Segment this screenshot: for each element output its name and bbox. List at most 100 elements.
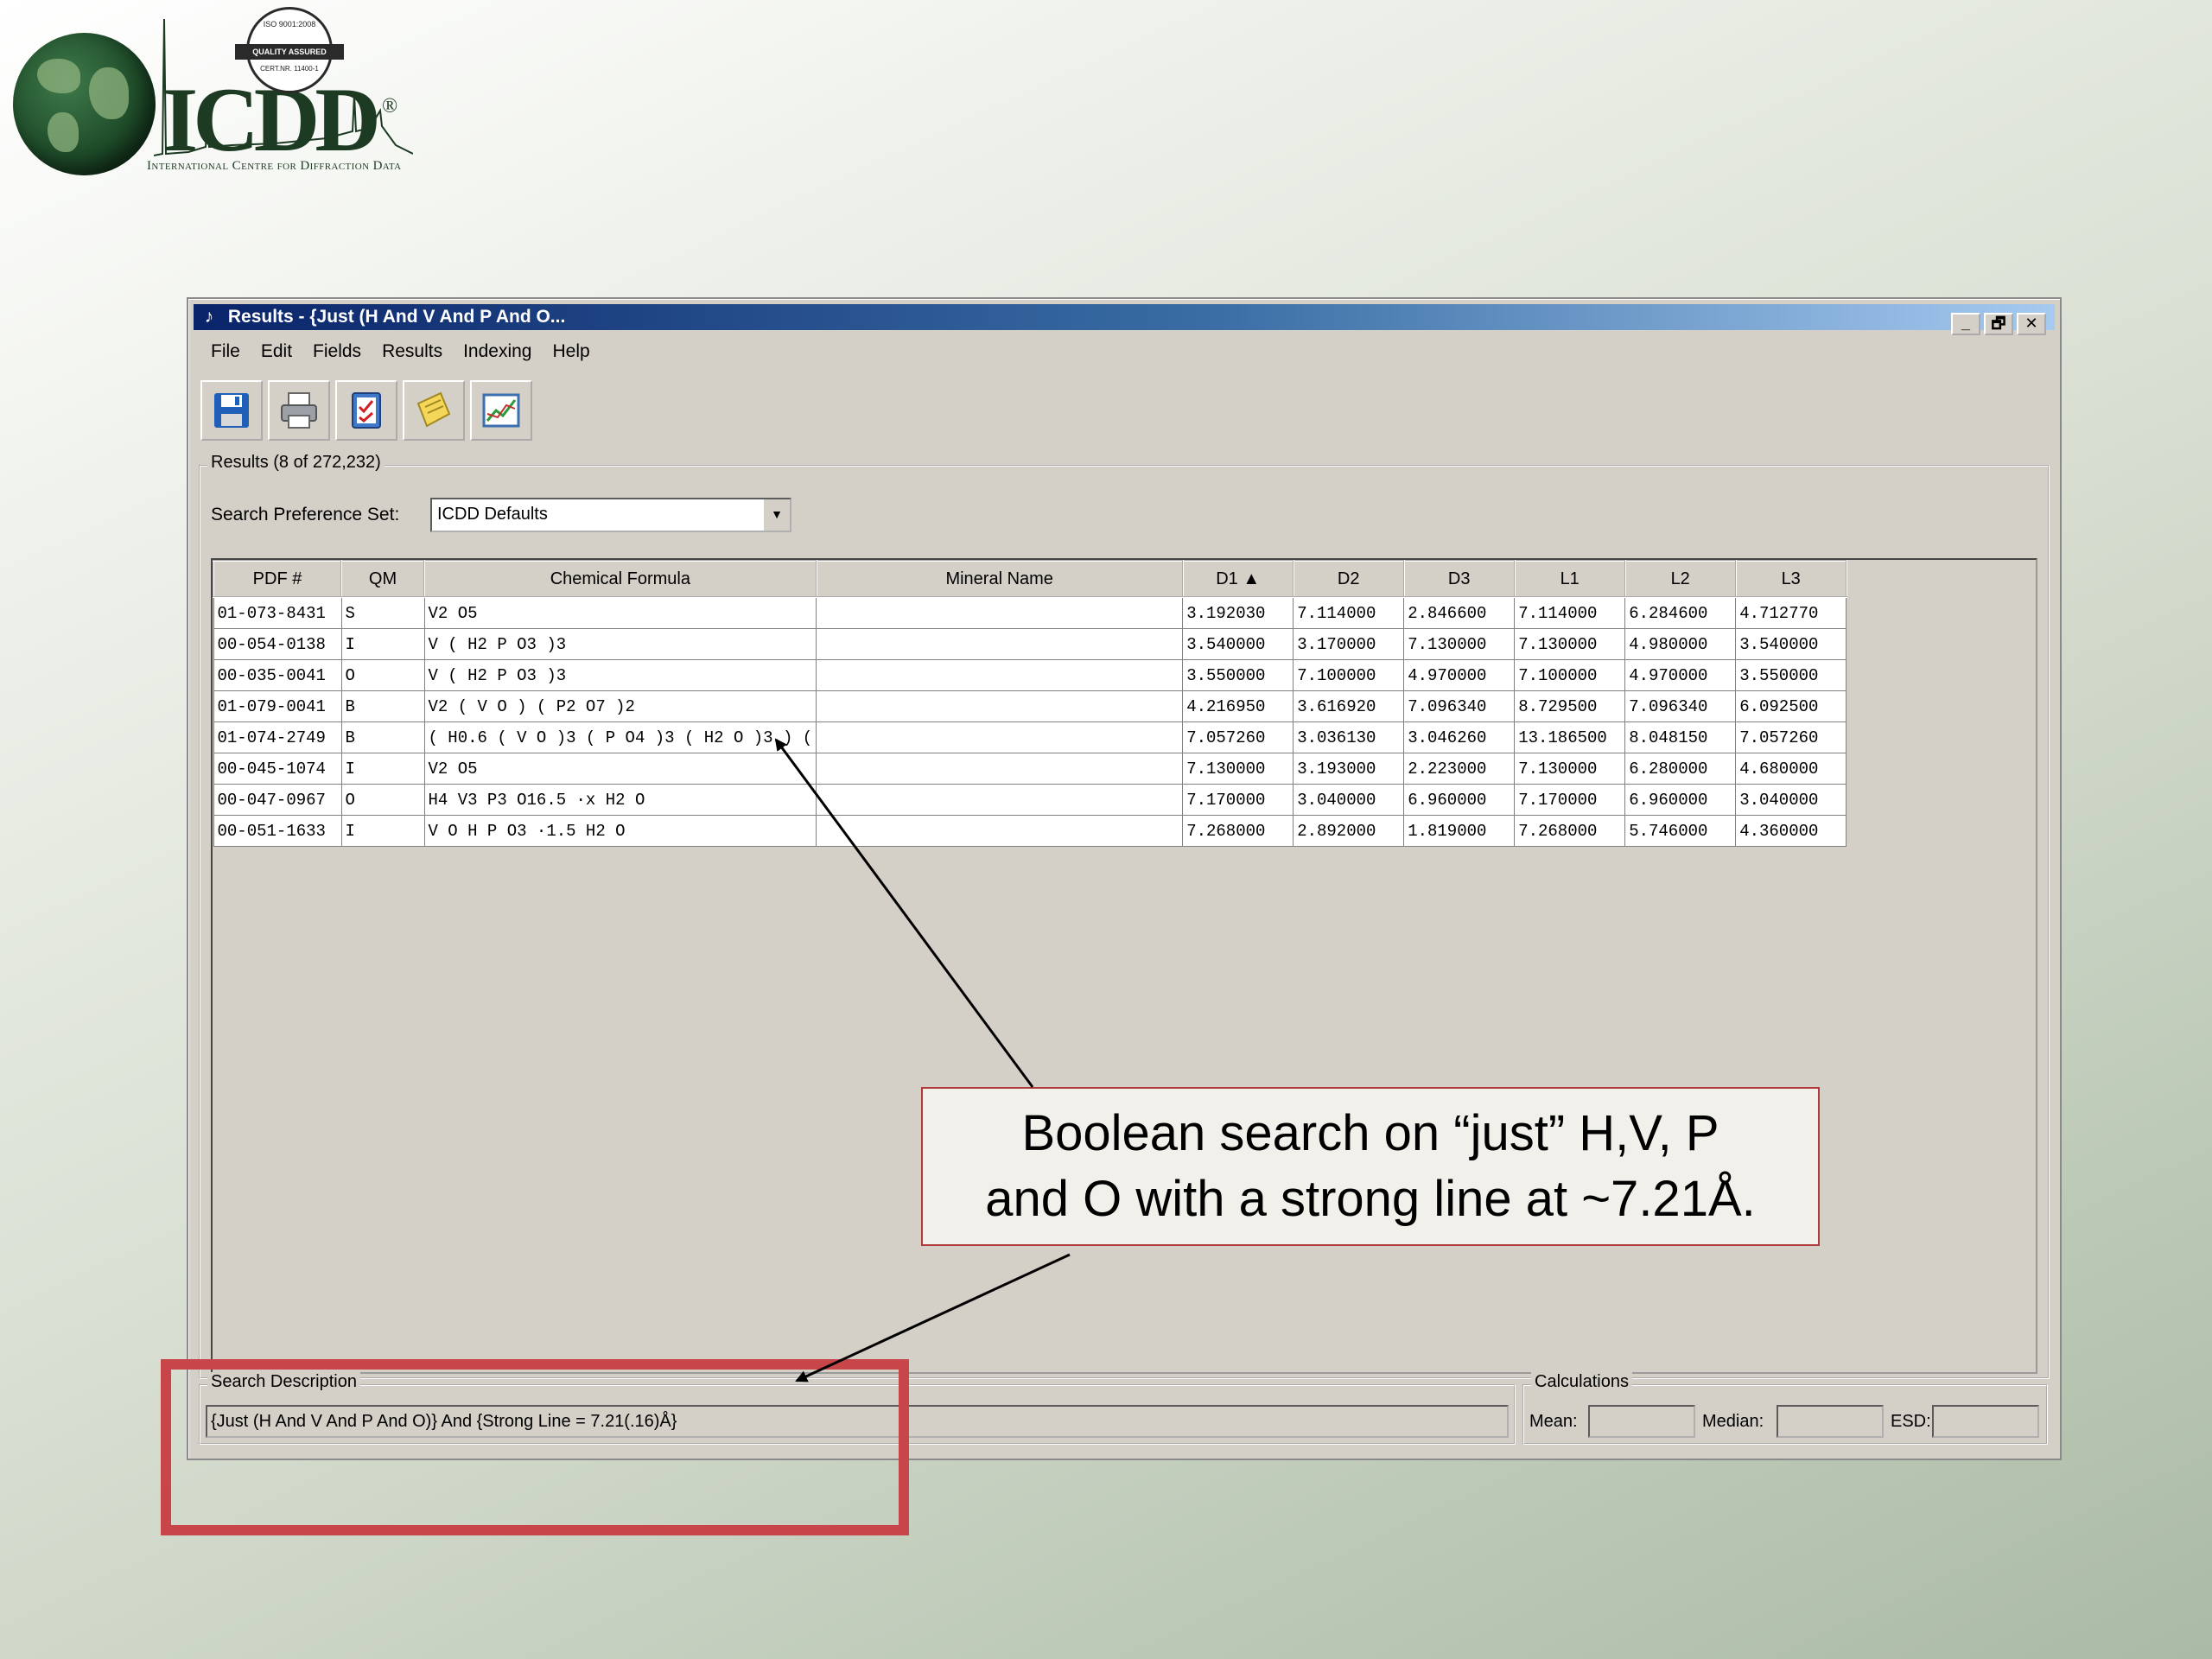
cell-l2: 4.970000 bbox=[1624, 659, 1737, 691]
table-row[interactable]: 01-074-2749 B ( H0.6 ( V O )3 ( P O4 )3 … bbox=[213, 721, 1847, 753]
save-button[interactable] bbox=[200, 380, 263, 441]
checklist-icon bbox=[352, 392, 381, 429]
print-button[interactable] bbox=[268, 380, 330, 441]
column-header-mineral[interactable]: Mineral Name bbox=[815, 560, 1184, 598]
cell-l1: 7.268000 bbox=[1514, 815, 1626, 847]
cell-d3: 3.046260 bbox=[1403, 721, 1516, 753]
title-bar[interactable]: ♪ Results - {Just (H And V And P And O..… bbox=[194, 304, 2055, 335]
toolbar bbox=[200, 380, 532, 441]
table-row[interactable]: 00-047-0967 O H4 V3 P3 O16.5 ·x H2 O 7.1… bbox=[213, 784, 1847, 816]
save-icon bbox=[214, 393, 249, 428]
search-preference-select[interactable]: ICDD Defaults ▼ bbox=[430, 498, 791, 532]
cell-mineral bbox=[816, 753, 1184, 785]
cell-d2: 3.170000 bbox=[1293, 628, 1405, 660]
cell-formula: V ( H2 P O3 )3 bbox=[423, 659, 817, 691]
cell-l3: 4.712770 bbox=[1735, 596, 1847, 629]
column-header-d2[interactable]: D2 bbox=[1292, 560, 1405, 598]
column-header-d3[interactable]: D3 bbox=[1402, 560, 1516, 598]
cell-l1: 13.186500 bbox=[1514, 721, 1626, 753]
menu-help[interactable]: Help bbox=[543, 339, 601, 365]
column-header-l1[interactable]: L1 bbox=[1513, 560, 1626, 598]
minimize-button[interactable]: _ bbox=[1951, 313, 1980, 335]
cell-formula: V O H P O3 ·1.5 H2 O bbox=[423, 815, 817, 847]
median-label: Median: bbox=[1702, 1412, 1764, 1431]
restore-button[interactable]: 🗗 bbox=[1984, 313, 2013, 335]
graph-button[interactable] bbox=[470, 380, 532, 441]
cell-l1: 7.130000 bbox=[1514, 753, 1626, 785]
graph-icon bbox=[482, 393, 520, 428]
cell-l1: 7.100000 bbox=[1514, 659, 1626, 691]
table-row[interactable]: 00-035-0041 O V ( H2 P O3 )3 3.550000 7.… bbox=[213, 659, 1847, 691]
cell-qm: O bbox=[340, 659, 425, 691]
cell-d2: 7.114000 bbox=[1293, 596, 1405, 629]
cell-d2: 7.100000 bbox=[1293, 659, 1405, 691]
cell-formula: V2 O5 bbox=[423, 596, 817, 629]
mean-field[interactable] bbox=[1588, 1405, 1695, 1438]
iso-seal: ISO 9001:2008 QUALITY ASSURED COMPANY CE… bbox=[235, 7, 344, 93]
cell-l3: 3.540000 bbox=[1735, 628, 1847, 660]
cell-mineral bbox=[816, 815, 1184, 847]
cell-formula: V2 ( V O ) ( P2 O7 )2 bbox=[423, 690, 817, 722]
menu-fields[interactable]: Fields bbox=[302, 339, 372, 365]
cell-d1: 7.268000 bbox=[1182, 815, 1294, 847]
cell-l3: 3.550000 bbox=[1735, 659, 1847, 691]
registered-mark: ® bbox=[382, 95, 398, 118]
checklist-button[interactable] bbox=[335, 380, 397, 441]
iso-seal-top: ISO 9001:2008 bbox=[263, 20, 316, 29]
results-count: Results (8 of 272,232) bbox=[207, 453, 385, 473]
menu-indexing[interactable]: Indexing bbox=[453, 339, 542, 365]
column-header-d1[interactable]: D1 ▲ bbox=[1181, 560, 1294, 598]
table-row[interactable]: 00-054-0138 I V ( H2 P O3 )3 3.540000 3.… bbox=[213, 628, 1847, 660]
cell-d3: 2.223000 bbox=[1403, 753, 1516, 785]
column-header-formula[interactable]: Chemical Formula bbox=[423, 560, 817, 598]
cell-qm: I bbox=[340, 753, 425, 785]
table-row[interactable]: 01-079-0041 B V2 ( V O ) ( P2 O7 )2 4.21… bbox=[213, 690, 1847, 722]
menu-results[interactable]: Results bbox=[372, 339, 453, 365]
icdd-logo: ICDD ® International Centre for Diffract… bbox=[9, 7, 415, 180]
menu-file[interactable]: File bbox=[200, 339, 251, 365]
cell-l2: 8.048150 bbox=[1624, 721, 1737, 753]
column-header-l3[interactable]: L3 bbox=[1734, 560, 1847, 598]
cell-d2: 2.892000 bbox=[1293, 815, 1405, 847]
cell-l3: 3.040000 bbox=[1735, 784, 1847, 816]
cell-pdf: 01-073-8431 bbox=[213, 596, 342, 629]
table-row[interactable]: 00-051-1633 I V O H P O3 ·1.5 H2 O 7.268… bbox=[213, 815, 1847, 847]
cell-d3: 7.130000 bbox=[1403, 628, 1516, 660]
cell-pdf: 01-074-2749 bbox=[213, 721, 342, 753]
table-row[interactable]: 00-045-1074 I V2 O5 7.130000 3.193000 2.… bbox=[213, 753, 1847, 785]
results-window: ♪ Results - {Just (H And V And P And O..… bbox=[187, 297, 2062, 1460]
search-preference-value: ICDD Defaults bbox=[437, 505, 548, 524]
median-field[interactable] bbox=[1777, 1405, 1884, 1438]
esd-label: ESD: bbox=[1891, 1412, 1931, 1431]
window-controls: _ 🗗 ✕ bbox=[1951, 313, 2046, 335]
mean-label: Mean: bbox=[1529, 1412, 1578, 1431]
cell-formula: V2 O5 bbox=[423, 753, 817, 785]
cell-d3: 1.819000 bbox=[1403, 815, 1516, 847]
calculations-group: Calculations Mean: Median: ESD: bbox=[1522, 1372, 2048, 1445]
column-header-l2[interactable]: L2 bbox=[1624, 560, 1737, 598]
column-header-pdf[interactable]: PDF # bbox=[213, 560, 342, 598]
cell-formula: ( H0.6 ( V O )3 ( P O4 )3 ( H2 O )3 ) ( bbox=[423, 721, 817, 753]
calculations-label: Calculations bbox=[1531, 1372, 1632, 1392]
cell-pdf: 01-079-0041 bbox=[213, 690, 342, 722]
cell-qm: O bbox=[340, 784, 425, 816]
cell-l1: 8.729500 bbox=[1514, 690, 1626, 722]
chevron-down-icon[interactable]: ▼ bbox=[762, 499, 790, 531]
menu-edit[interactable]: Edit bbox=[251, 339, 302, 365]
cell-l2: 6.280000 bbox=[1624, 753, 1737, 785]
cell-l2: 6.284600 bbox=[1624, 596, 1737, 629]
notes-icon bbox=[416, 391, 451, 428]
column-header-qm[interactable]: QM bbox=[340, 560, 425, 598]
notes-button[interactable] bbox=[403, 380, 465, 441]
cell-d3: 7.096340 bbox=[1403, 690, 1516, 722]
cell-d1: 3.550000 bbox=[1182, 659, 1294, 691]
cell-pdf: 00-035-0041 bbox=[213, 659, 342, 691]
cell-qm: B bbox=[340, 690, 425, 722]
callout-line-1: Boolean search on “just” H,V, P bbox=[1021, 1105, 1719, 1161]
search-preference-label: Search Preference Set: bbox=[211, 505, 400, 524]
table-row[interactable]: 01-073-8431 S V2 O5 3.192030 7.114000 2.… bbox=[213, 596, 1847, 629]
table-header-row: PDF # QM Chemical Formula Mineral Name D… bbox=[213, 560, 1847, 598]
esd-field[interactable] bbox=[1932, 1405, 2039, 1438]
close-button[interactable]: ✕ bbox=[2017, 313, 2046, 335]
cell-mineral bbox=[816, 659, 1184, 691]
